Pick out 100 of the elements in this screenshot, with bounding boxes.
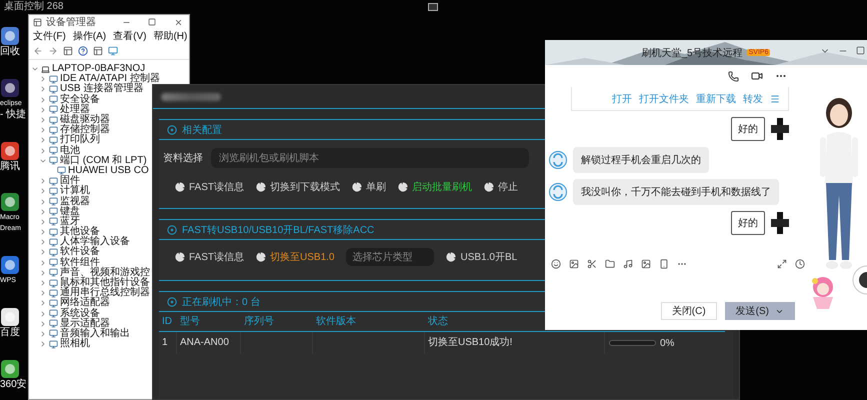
- tree-item[interactable]: 软件组件: [60, 258, 100, 268]
- tree-item[interactable]: 安全设备: [60, 94, 100, 105]
- panel-icon[interactable]: [93, 46, 103, 56]
- menu-item[interactable]: 操作(A): [72, 28, 106, 42]
- expand-icon[interactable]: [39, 116, 47, 124]
- message-bubble: 解锁过程手机会重启几次的: [573, 147, 709, 173]
- pie-icon: [352, 182, 362, 192]
- tree-item[interactable]: 声音、视频和游戏控: [60, 268, 150, 278]
- expand-icon[interactable]: [39, 208, 47, 216]
- tree-item[interactable]: 人体学输入设备: [60, 237, 130, 248]
- tree-item[interactable]: 音频输入和输出: [60, 328, 130, 339]
- properties-icon[interactable]: [63, 46, 73, 56]
- app-icon[interactable]: [0, 255, 20, 276]
- app-icon[interactable]: [0, 78, 20, 98]
- expand-icon[interactable]: [39, 228, 47, 236]
- expand-icon[interactable]: [39, 320, 47, 328]
- tree-item[interactable]: 其他设备: [60, 227, 100, 238]
- maximize-icon[interactable]: [856, 46, 865, 55]
- tree-item[interactable]: 键盘: [60, 206, 80, 217]
- tool-button[interactable]: FAST读信息: [175, 180, 244, 194]
- video-icon[interactable]: [751, 70, 763, 82]
- window-icon[interactable]: [428, 3, 438, 11]
- tree-item[interactable]: 软件设备: [60, 247, 100, 258]
- tree-item[interactable]: 显示适配器: [60, 318, 110, 329]
- file-link[interactable]: 打开: [612, 92, 632, 106]
- expand-icon[interactable]: [39, 126, 47, 134]
- monitor-icon[interactable]: [108, 46, 118, 56]
- clock-icon[interactable]: [795, 259, 805, 269]
- device-icon: [49, 258, 58, 268]
- tree-item[interactable]: 计算机: [60, 186, 90, 196]
- expand-icon[interactable]: [39, 146, 47, 155]
- expand-icon[interactable]: [39, 218, 47, 226]
- expand-icon[interactable]: [777, 259, 787, 269]
- app-icon[interactable]: [0, 307, 20, 328]
- music-icon[interactable]: [623, 259, 633, 269]
- phone-icon[interactable]: [728, 70, 739, 82]
- expand-icon[interactable]: [39, 136, 47, 144]
- file-field[interactable]: 浏览刷机包或刷机脚本: [211, 148, 529, 168]
- expand-icon[interactable]: [39, 289, 47, 298]
- tool-button[interactable]: 切换至USB1.0: [256, 250, 334, 264]
- expand-icon[interactable]: [39, 177, 47, 186]
- menu-item[interactable]: 帮助(H): [153, 28, 188, 42]
- tool-button[interactable]: FAST读信息: [175, 250, 244, 264]
- image-icon[interactable]: [641, 259, 651, 269]
- menu-item[interactable]: 查看(V): [113, 28, 146, 42]
- file-link[interactable]: 打开文件夹: [639, 92, 689, 106]
- app-icon[interactable]: [0, 26, 20, 46]
- app-icon[interactable]: [0, 358, 20, 379]
- expand-icon[interactable]: [39, 299, 47, 308]
- tree-item[interactable]: 端口 (COM 和 LPT): [60, 156, 147, 166]
- pie-icon: [446, 252, 456, 262]
- app-icon[interactable]: [0, 192, 20, 212]
- icon-label: - 快捷: [0, 108, 26, 120]
- expand-icon[interactable]: [39, 96, 47, 104]
- forward-icon[interactable]: [48, 46, 58, 56]
- tree-item[interactable]: HUAWEI USB CO: [68, 166, 149, 176]
- tool-button[interactable]: 单刷: [352, 180, 386, 194]
- folder-icon[interactable]: [605, 259, 615, 269]
- send-button[interactable]: 发送(S): [724, 302, 795, 320]
- close-button[interactable]: 关闭(C): [660, 302, 717, 320]
- expand-icon[interactable]: [39, 198, 47, 206]
- message-bubble: 好的: [731, 211, 765, 235]
- expand-icon[interactable]: [39, 187, 47, 196]
- chip-type-select[interactable]: 选择芯片类型: [346, 248, 434, 266]
- menu-item[interactable]: 文件(F): [33, 28, 66, 42]
- tree-item[interactable]: 监视器: [60, 196, 90, 207]
- back-icon[interactable]: [33, 46, 43, 56]
- expand-icon[interactable]: [39, 106, 47, 114]
- file-link[interactable]: 转发: [743, 92, 763, 106]
- device-icon: [49, 268, 58, 278]
- tree-item[interactable]: 照相机: [60, 339, 90, 350]
- emoji-icon[interactable]: [551, 259, 561, 269]
- menu-icon[interactable]: [770, 94, 780, 104]
- tool-button[interactable]: 启动批量刷机: [398, 180, 472, 194]
- scissors-icon[interactable]: [587, 259, 597, 269]
- expand-icon[interactable]: [39, 330, 47, 338]
- expand-icon[interactable]: [39, 340, 47, 348]
- tree-item[interactable]: 蓝牙: [60, 216, 80, 227]
- expand-icon[interactable]: [39, 75, 47, 84]
- tree-item[interactable]: 处理器: [60, 104, 90, 115]
- file-link[interactable]: 重新下载: [696, 92, 736, 106]
- help-icon[interactable]: [78, 46, 88, 56]
- expand-icon[interactable]: [39, 268, 47, 277]
- tree-item[interactable]: 网络适配器: [60, 298, 110, 308]
- tree-item[interactable]: 电池: [60, 146, 80, 156]
- tool-button[interactable]: 切换到下载模式: [256, 180, 340, 194]
- expand-icon[interactable]: [39, 310, 47, 318]
- expand-icon[interactable]: [39, 279, 47, 288]
- app-icon[interactable]: [0, 140, 20, 161]
- tree-item[interactable]: USB 连接器管理器: [60, 84, 144, 94]
- tool-button[interactable]: USB1.0开BL: [446, 250, 518, 264]
- expand-icon[interactable]: [39, 238, 47, 246]
- expand-icon[interactable]: [39, 248, 47, 256]
- expand-icon[interactable]: [39, 258, 47, 267]
- tree-item[interactable]: 打印队列: [60, 135, 100, 146]
- device-icon: [49, 146, 58, 156]
- tool-button[interactable]: 停止: [484, 180, 518, 194]
- expand-icon[interactable]: [39, 85, 47, 94]
- tree-item[interactable]: 系统设备: [60, 308, 100, 319]
- phone-screen-icon[interactable]: [659, 259, 669, 269]
